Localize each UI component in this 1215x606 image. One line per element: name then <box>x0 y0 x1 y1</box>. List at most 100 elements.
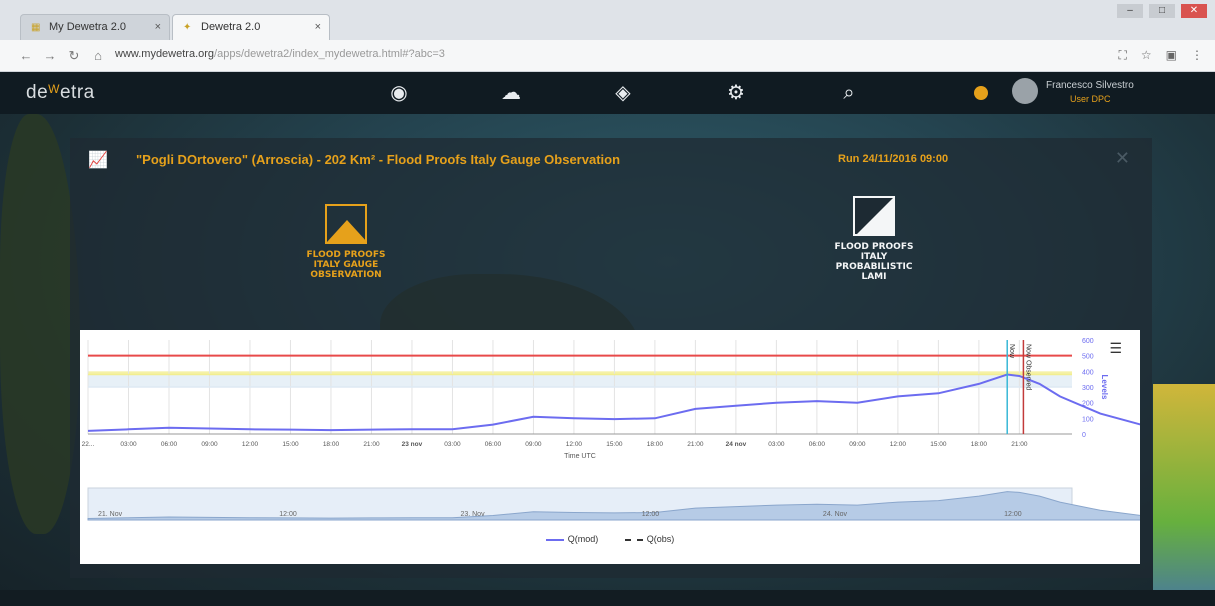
user-name: Francesco Silvestro <box>1046 80 1134 91</box>
x-tick-label: 24 nov <box>726 441 747 448</box>
y-tick-label: 600 <box>1082 338 1094 345</box>
home-icon[interactable]: ⌂ <box>90 48 106 64</box>
cast-icon[interactable]: ▣ <box>1166 48 1177 63</box>
x-tick-label: 12:00 <box>890 441 907 448</box>
navigator-tick-label: 12:00 <box>279 511 297 518</box>
product-probabilistic-lami[interactable]: FLOOD PROOFS ITALY PROBABILISTIC LAMI <box>826 196 922 282</box>
time-marker-label: Now Observed <box>1024 344 1031 390</box>
x-tick-label: 15:00 <box>282 441 299 448</box>
y-axis-label: Levels <box>1100 375 1109 400</box>
x-tick-label: 21:00 <box>687 441 704 448</box>
x-tick-label: 18:00 <box>323 441 340 448</box>
eye-icon[interactable]: ◉ <box>386 80 412 106</box>
navigator-tick-label: 24. Nov <box>823 511 848 518</box>
y-tick-label: 500 <box>1082 354 1094 361</box>
panel-title: "Pogli DOrtovero" (Arroscia) - 202 Km² -… <box>136 152 621 167</box>
url-path: /apps/dewetra2/index_mydewetra.html#?abc… <box>214 48 445 60</box>
hamburger-menu-icon[interactable]: ☰ <box>1109 340 1122 357</box>
reload-icon[interactable]: ↻ <box>66 48 82 64</box>
logo-mark: W <box>48 82 60 96</box>
minimize-button[interactable]: – <box>1117 4 1143 18</box>
x-tick-label: 03:00 <box>444 441 461 448</box>
product-label: FLOOD PROOFS ITALY PROBABILISTIC LAMI <box>834 242 914 282</box>
weather-icon[interactable]: ☁ <box>498 80 524 106</box>
y-tick-label: 300 <box>1082 385 1094 392</box>
window-close-button[interactable]: ✕ <box>1181 4 1207 18</box>
chart-card: ☰ Now Now Observed 0 100 200 300 400 500 600 Leve… <box>80 330 1215 564</box>
map-footer <box>0 590 1215 606</box>
logo-part: etra <box>59 82 95 103</box>
hydrograph-chart[interactable]: Now Now Observed 0 100 200 300 400 500 600 Levels… <box>80 330 1215 530</box>
browser-tabbar: ▦ My Dewetra 2.0 × ✦ Dewetra 2.0 × – □ ✕ <box>0 0 1215 40</box>
x-tick-label: 18:00 <box>971 441 988 448</box>
tab-label: My Dewetra 2.0 <box>49 21 127 33</box>
mountain-chart-icon <box>325 204 367 244</box>
map-land <box>1153 384 1215 606</box>
x-tick-label: 06:00 <box>485 441 502 448</box>
app-header: deWetra ◉ ☁ ◈ ⚙ ⌕ Francesco Silvestro Us… <box>0 72 1215 114</box>
chart-line-icon: 📈 <box>88 152 108 169</box>
avatar[interactable] <box>1012 78 1038 104</box>
product-gauge-observation[interactable]: FLOOD PROOFS ITALY GAUGE OBSERVATION <box>298 204 394 280</box>
x-tick-label: 15:00 <box>606 441 623 448</box>
x-tick-label: 21:00 <box>1011 441 1028 448</box>
time-marker-label: Now <box>1008 344 1015 359</box>
tab-label: Dewetra 2.0 <box>201 21 261 33</box>
product-label: FLOOD PROOFS ITALY GAUGE OBSERVATION <box>306 250 386 280</box>
map-land <box>0 114 80 534</box>
navigator-tick-label: 12:00 <box>642 511 660 518</box>
tab-favicon-icon: ✦ <box>183 22 192 33</box>
legend-item-qmod[interactable]: Q(mod) <box>545 534 599 544</box>
x-tick-label: 18:00 <box>647 441 664 448</box>
layers-icon[interactable]: ◈ <box>610 80 636 106</box>
x-tick-label: 23 nov <box>402 441 423 448</box>
legend-item-qobs[interactable]: Q(obs) <box>624 534 675 544</box>
forward-icon[interactable]: → <box>42 48 58 64</box>
gear-icon[interactable]: ⚙ <box>723 80 749 106</box>
url-host: www.mydewetra.org <box>115 48 215 60</box>
tab-close-icon[interactable]: × <box>315 21 321 33</box>
x-tick-label: 06:00 <box>161 441 178 448</box>
navigator-tick-label: 12:00 <box>1004 511 1022 518</box>
browser-tab-1[interactable]: ▦ My Dewetra 2.0 × <box>20 14 170 40</box>
y-tick-label: 200 <box>1082 401 1094 408</box>
threshold-band <box>88 374 1072 387</box>
back-icon[interactable]: ← <box>18 48 34 64</box>
url-field[interactable]: www.mydewetra.org/apps/dewetra2/index_my… <box>115 48 445 60</box>
search-map-icon[interactable]: ⌕ <box>836 80 862 106</box>
navigator-tick-label: 23. Nov <box>460 511 485 518</box>
x-tick-label: 09:00 <box>525 441 542 448</box>
y-tick-label: 0 <box>1082 432 1086 439</box>
maximize-button[interactable]: □ <box>1149 4 1175 18</box>
legend-label: Q(mod) <box>567 534 599 544</box>
translate-icon[interactable]: ⛶ <box>1118 48 1126 63</box>
tab-close-icon[interactable]: × <box>155 21 161 33</box>
x-tick-label: 12:00 <box>242 441 259 448</box>
address-bar: ← → ↻ ⌂ www.mydewetra.org/apps/dewetra2/… <box>0 40 1215 72</box>
x-tick-label: 09:00 <box>201 441 218 448</box>
notification-icon[interactable] <box>974 86 988 100</box>
app-logo[interactable]: deWetra <box>26 82 95 104</box>
x-tick-label: 03:00 <box>768 441 785 448</box>
legend-swatch <box>545 538 564 541</box>
legend-swatch <box>624 538 643 541</box>
user-role: User DPC <box>1070 94 1111 104</box>
x-tick-label: 15:00 <box>930 441 947 448</box>
logo-part: de <box>26 82 49 103</box>
x-tick-label: 03:00 <box>120 441 137 448</box>
probabilistic-icon <box>853 196 895 236</box>
close-icon[interactable]: ✕ <box>1115 148 1130 169</box>
y-tick-label: 100 <box>1082 416 1094 423</box>
panel-run-time: Run 24/11/2016 09:00 <box>838 153 949 165</box>
legend-label: Q(obs) <box>646 534 675 544</box>
bookmark-star-icon[interactable]: ☆ <box>1141 48 1152 63</box>
x-tick-label: 09:00 <box>849 441 866 448</box>
chart-legend: Q(mod) Q(obs) <box>80 534 1140 544</box>
browser-menu-icon[interactable]: ⋮ <box>1191 48 1203 63</box>
browser-tab-2[interactable]: ✦ Dewetra 2.0 × <box>172 14 330 40</box>
tab-favicon-icon: ▦ <box>31 22 41 33</box>
x-tick-label: 12:00 <box>566 441 583 448</box>
y-tick-label: 400 <box>1082 369 1094 376</box>
x-tick-label: 22... <box>82 441 95 448</box>
navigator-tick-label: 21. Nov <box>98 511 123 518</box>
